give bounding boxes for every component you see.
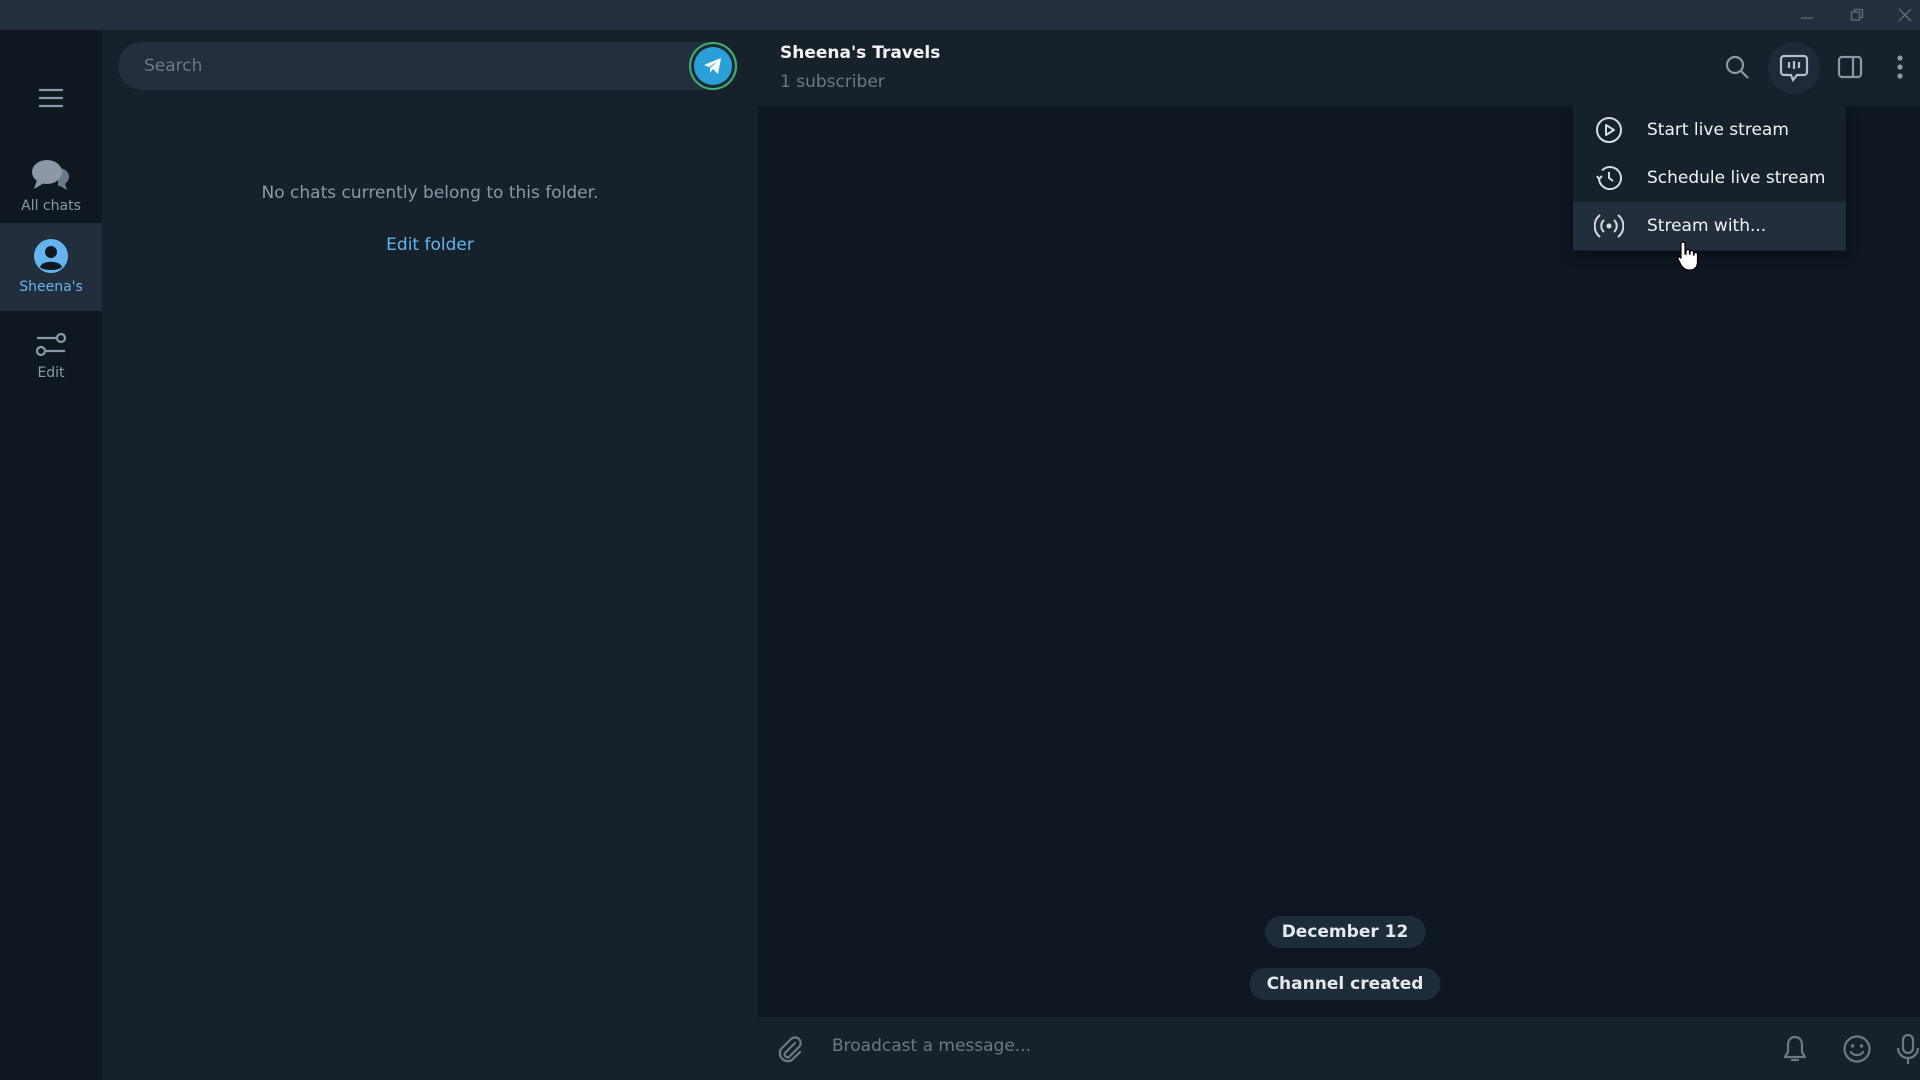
minimize-button[interactable]: [1784, 0, 1830, 30]
empty-folder-message: No chats currently belong to this folder…: [261, 183, 599, 203]
folder-label: All chats: [21, 198, 81, 214]
more-button[interactable]: [1879, 46, 1920, 88]
window-titlebar: [0, 0, 1920, 30]
live-stream-icon: [1779, 54, 1809, 83]
history-clock-icon: [1593, 162, 1625, 194]
toggle-sidebar-button[interactable]: [1829, 46, 1871, 88]
play-circle-icon: [1593, 114, 1625, 146]
search-button[interactable]: [1716, 46, 1758, 88]
date-badge: December 12: [1264, 916, 1426, 948]
live-stream-button[interactable]: [1768, 42, 1820, 94]
bell-icon: [1783, 1035, 1807, 1062]
more-vertical-icon: [1897, 55, 1903, 79]
menu-item-label: Schedule live stream: [1647, 168, 1826, 188]
chat-list-panel: No chats currently belong to this folder…: [102, 30, 758, 1080]
service-message-channel-created: Channel created: [1249, 968, 1441, 1000]
search-box[interactable]: [118, 42, 738, 90]
search-input[interactable]: [142, 55, 646, 77]
folder-label: Edit: [37, 365, 65, 381]
user-circle-icon: [34, 239, 68, 273]
sidebar-toggle-icon: [1837, 55, 1863, 79]
minimize-icon: [1801, 17, 1813, 19]
folder-label: Sheena's: [19, 279, 83, 295]
chat-subtitle: 1 subscriber: [780, 72, 885, 92]
microphone-icon: [1896, 1033, 1920, 1064]
menu-item-stream-with[interactable]: Stream with...: [1573, 202, 1846, 250]
menu-item-schedule-live-stream[interactable]: Schedule live stream: [1573, 154, 1846, 202]
notifications-button[interactable]: [1775, 1029, 1815, 1069]
message-composer: [758, 1017, 1920, 1080]
menu-item-start-live-stream[interactable]: Start live stream: [1573, 106, 1846, 154]
sliders-icon: [35, 332, 67, 357]
telegram-status-button[interactable]: [694, 47, 732, 85]
search-icon: [1725, 55, 1749, 79]
attach-button[interactable]: [770, 1029, 810, 1069]
broadcast-icon: [1593, 210, 1625, 242]
chat-header[interactable]: Sheena's Travels 1 subscriber: [758, 30, 1920, 106]
edit-folder-link[interactable]: Edit folder: [102, 235, 758, 255]
folder-all-chats[interactable]: All chats: [0, 142, 102, 230]
emoji-icon: [1843, 1035, 1871, 1063]
restore-button[interactable]: [1834, 0, 1880, 30]
chats-icon: [32, 160, 69, 190]
menu-item-label: Stream with...: [1647, 216, 1767, 236]
attach-icon: [778, 1036, 802, 1063]
hamburger-menu-icon: [39, 88, 63, 108]
close-icon: [1898, 8, 1912, 22]
folder-sheenas[interactable]: Sheena's: [0, 223, 102, 311]
chat-panel: Sheena's Travels 1 subscriber Start live…: [758, 30, 1920, 1080]
restore-icon: [1850, 8, 1864, 21]
emoji-button[interactable]: [1837, 1029, 1877, 1069]
message-input[interactable]: [830, 1035, 1734, 1057]
folder-edit[interactable]: Edit: [0, 312, 102, 400]
voice-message-button[interactable]: [1888, 1029, 1920, 1069]
telegram-plane-icon: [704, 58, 721, 74]
menu-item-label: Start live stream: [1647, 120, 1789, 140]
chat-title[interactable]: Sheena's Travels: [780, 43, 940, 63]
live-stream-menu: Start live stream Schedule live stream S…: [1573, 106, 1846, 251]
main-menu-button[interactable]: [0, 68, 102, 128]
close-button[interactable]: [1882, 0, 1920, 30]
folder-sidebar: All chats Sheena's Edit: [0, 30, 102, 1080]
